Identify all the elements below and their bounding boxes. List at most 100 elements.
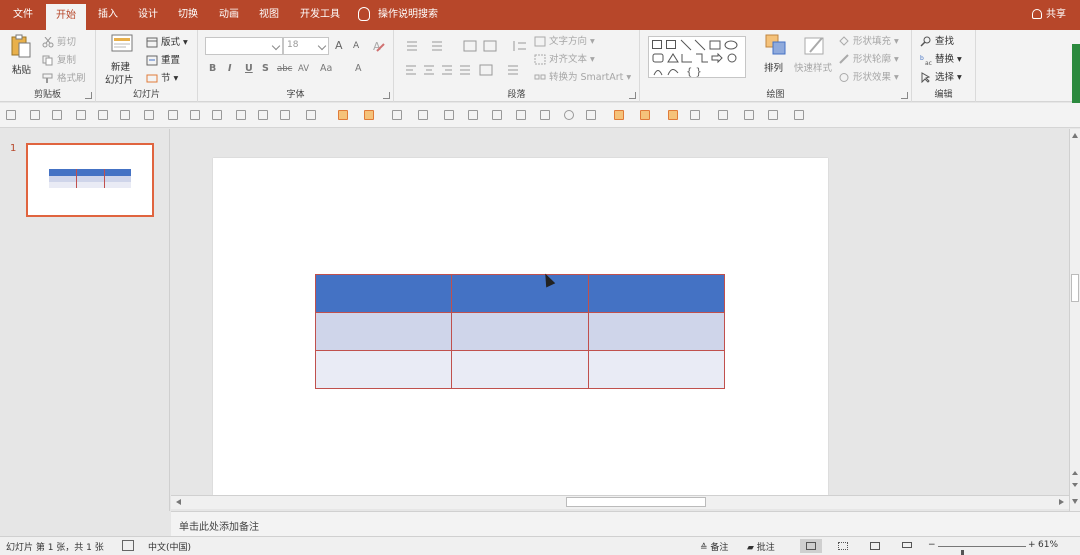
vertical-scroll-thumb[interactable] xyxy=(1071,274,1079,302)
previous-slide-icon[interactable] xyxy=(1072,471,1078,475)
shrink-font-button[interactable]: A xyxy=(353,41,359,51)
screen-icon[interactable] xyxy=(718,110,728,120)
share-button[interactable]: 共享 xyxy=(1032,0,1066,30)
zoom-slider[interactable] xyxy=(938,546,1026,555)
next-slide-icon[interactable] xyxy=(1072,483,1078,487)
underline-button[interactable]: U xyxy=(245,63,253,74)
line-shapes-icon[interactable] xyxy=(680,39,740,51)
ribbon-side-tab[interactable] xyxy=(1072,44,1080,104)
format-painter-button[interactable]: 格式刷 xyxy=(42,70,86,84)
scroll-left-icon[interactable] xyxy=(176,499,181,505)
language-indicator[interactable]: 中文(中国) xyxy=(148,540,191,553)
italic-button[interactable]: I xyxy=(228,63,232,74)
align-right-icon[interactable] xyxy=(52,110,62,120)
shape-icon[interactable] xyxy=(306,110,316,120)
normal-view-button[interactable] xyxy=(800,539,822,553)
shapes-gallery[interactable]: { } xyxy=(648,36,746,78)
dialog-launcher-icon[interactable] xyxy=(629,92,636,99)
align-center-icon[interactable] xyxy=(30,110,40,120)
new-slide-button[interactable]: 新建 幻灯片 xyxy=(104,32,140,86)
horizontal-scrollbar[interactable] xyxy=(171,495,1069,509)
section-button[interactable]: 节 ▾ xyxy=(146,70,178,84)
layout-button[interactable]: 版式 ▾ xyxy=(146,34,188,48)
bring-forward-icon[interactable] xyxy=(212,110,222,120)
table-icon[interactable] xyxy=(614,110,624,120)
font-name-combo[interactable] xyxy=(205,37,283,55)
copy-button[interactable]: 复制 xyxy=(42,52,76,66)
textbox-shape-icon[interactable] xyxy=(652,40,662,49)
vertical-textbox-shape-icon[interactable] xyxy=(666,40,676,49)
find-button[interactable]: 查找 xyxy=(920,33,954,47)
table-cell[interactable] xyxy=(314,350,453,389)
table-cell[interactable] xyxy=(451,312,589,351)
shape-effects-button[interactable]: 形状效果 ▾ xyxy=(838,69,899,83)
bookmark-icon[interactable] xyxy=(668,110,678,120)
replace-button[interactable]: b ac 替换 ▾ xyxy=(920,51,962,65)
clear-formatting-icon[interactable]: A xyxy=(372,39,385,52)
list-indent-icons[interactable] xyxy=(404,39,529,53)
lock-icon[interactable] xyxy=(690,110,700,120)
tab-home[interactable]: 开始 xyxy=(46,4,86,30)
picture-icon[interactable] xyxy=(418,110,428,120)
align-top-icon[interactable] xyxy=(76,110,86,120)
percent-icon[interactable] xyxy=(586,110,596,120)
reading-view-button[interactable] xyxy=(864,539,886,553)
align-middle-icon[interactable] xyxy=(98,110,108,120)
table-cell[interactable] xyxy=(451,274,589,313)
slideshow-button[interactable] xyxy=(896,539,918,553)
video-icon[interactable] xyxy=(744,110,754,120)
distribute-icon[interactable] xyxy=(144,110,154,120)
reset-button[interactable]: 重置 xyxy=(146,52,180,66)
scroll-right-icon[interactable] xyxy=(1059,499,1064,505)
font-size-combo[interactable]: 18 xyxy=(283,37,329,55)
arrange-button[interactable]: 排列 xyxy=(762,32,790,84)
slide-table[interactable] xyxy=(314,274,726,389)
crop-icon[interactable] xyxy=(492,110,502,120)
table-cell[interactable] xyxy=(314,274,453,313)
slide-thumbnail[interactable] xyxy=(26,143,154,217)
text-direction-button[interactable]: 文字方向 ▾ xyxy=(534,33,595,47)
horizontal-scroll-thumb[interactable] xyxy=(566,497,706,507)
rotate-icon[interactable] xyxy=(258,110,268,120)
customize-dropdown-icon[interactable] xyxy=(824,110,834,120)
slide[interactable] xyxy=(213,158,828,495)
slide-sorter-button[interactable] xyxy=(832,539,854,553)
align-text-button[interactable]: 对齐文本 ▾ xyxy=(534,51,595,65)
tab-transitions[interactable]: 切换 xyxy=(173,0,203,30)
window-icon[interactable] xyxy=(794,110,804,120)
zoom-level[interactable]: 61% xyxy=(1038,540,1058,550)
table-cell[interactable] xyxy=(587,274,726,313)
zoom-in-button[interactable]: + xyxy=(1028,540,1036,550)
zoom-out-button[interactable]: − xyxy=(928,540,936,550)
tab-design[interactable]: 设计 xyxy=(133,0,163,30)
quick-styles-button[interactable]: 快速样式 xyxy=(794,32,836,84)
dialog-launcher-icon[interactable] xyxy=(85,92,92,99)
vertical-scrollbar[interactable] xyxy=(1069,129,1080,511)
tab-animations[interactable]: 动画 xyxy=(214,0,244,30)
send-backward-icon[interactable] xyxy=(236,110,246,120)
paste-button[interactable]: 粘贴 xyxy=(6,34,36,80)
tab-view[interactable]: 视图 xyxy=(254,0,284,30)
convert-smartart-button[interactable]: 转换为 SmartArt ▾ xyxy=(534,69,631,83)
shape-fill-button[interactable]: 形状填充 ▾ xyxy=(838,33,899,47)
line-color-icon[interactable] xyxy=(364,110,374,120)
shape-outline-button[interactable]: 形状轮廓 ▾ xyxy=(838,51,899,65)
eyedropper-icon[interactable] xyxy=(468,110,478,120)
align-left-icon[interactable] xyxy=(6,110,16,120)
dialog-launcher-icon[interactable] xyxy=(901,92,908,99)
change-case-button[interactable]: Aa xyxy=(320,63,332,74)
star-icon[interactable] xyxy=(540,110,550,120)
format-painter-icon[interactable] xyxy=(444,110,454,120)
group-icon[interactable] xyxy=(168,110,178,120)
scroll-down-icon[interactable] xyxy=(1072,499,1078,504)
character-spacing-button[interactable]: AV xyxy=(298,64,309,74)
font-color-button[interactable]: A xyxy=(355,63,362,74)
tab-developer[interactable]: 开发工具 xyxy=(296,0,344,30)
strikethrough-button[interactable]: abc xyxy=(277,64,292,74)
textbox-icon[interactable] xyxy=(392,110,402,120)
dialog-launcher-icon[interactable] xyxy=(383,92,390,99)
ungroup-icon[interactable] xyxy=(190,110,200,120)
animation-icon[interactable] xyxy=(516,110,526,120)
text-shadow-button[interactable]: S xyxy=(262,63,269,74)
tab-file[interactable]: 文件 xyxy=(8,0,38,30)
